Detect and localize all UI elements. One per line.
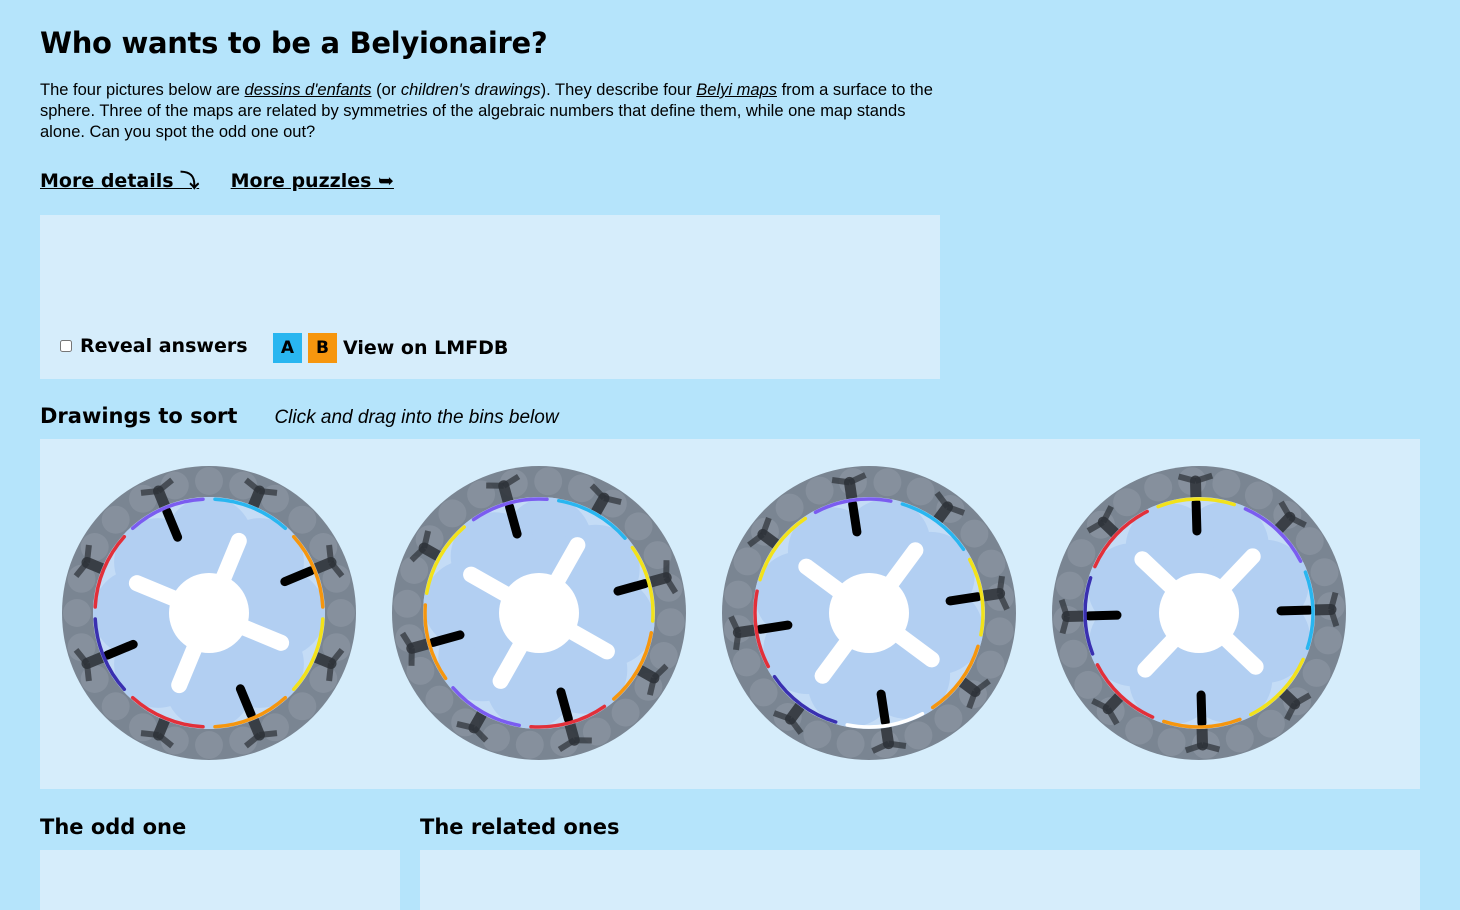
page-title: Who wants to be a Belyionaire? xyxy=(40,26,547,60)
odd-one-bin[interactable] xyxy=(40,850,400,910)
intro-text-1: The four pictures below are xyxy=(40,81,245,99)
lmfdb-controls: A B View on LMFDB xyxy=(273,333,508,363)
dessin-drawing-1[interactable] xyxy=(61,465,357,761)
drawings-header: Drawings to sort Click and drag into the… xyxy=(40,404,559,429)
drawings-area xyxy=(40,439,1420,789)
drag-hint: Click and drag into the bins below xyxy=(274,407,558,429)
related-ones-heading: The related ones xyxy=(420,815,620,839)
intro-emphasis: children's drawings xyxy=(401,81,541,99)
related-ones-bin[interactable] xyxy=(420,850,1420,910)
answer-panel: Reveal answers A B View on LMFDB xyxy=(40,215,940,379)
reveal-answers-control: Reveal answers xyxy=(60,335,248,357)
dessin-drawing-2[interactable] xyxy=(391,465,687,761)
reveal-answers-label[interactable]: Reveal answers xyxy=(80,335,248,357)
more-puzzles-link[interactable]: More puzzles ➥ xyxy=(231,170,394,192)
intro-text-2: (or xyxy=(372,81,401,99)
drawings-heading: Drawings to sort xyxy=(40,404,237,428)
key-a-button[interactable]: A xyxy=(273,333,302,363)
odd-one-heading: The odd one xyxy=(40,815,186,839)
view-on-lmfdb-label: View on LMFDB xyxy=(343,337,508,359)
key-b-button[interactable]: B xyxy=(308,333,337,363)
intro-text-3: ). They describe four xyxy=(541,81,697,99)
nav-links: More details ⤵ More puzzles ➥ xyxy=(40,166,421,193)
dessins-link[interactable]: dessins d'enfants xyxy=(245,81,372,99)
reveal-answers-checkbox[interactable] xyxy=(60,340,72,352)
dessin-drawing-3[interactable] xyxy=(721,465,1017,761)
intro-text: The four pictures below are dessins d'en… xyxy=(40,80,940,143)
belyi-maps-link[interactable]: Belyi maps xyxy=(696,81,777,99)
more-details-link[interactable]: More details ⤵ xyxy=(40,170,199,192)
dessin-drawing-4[interactable] xyxy=(1051,465,1347,761)
